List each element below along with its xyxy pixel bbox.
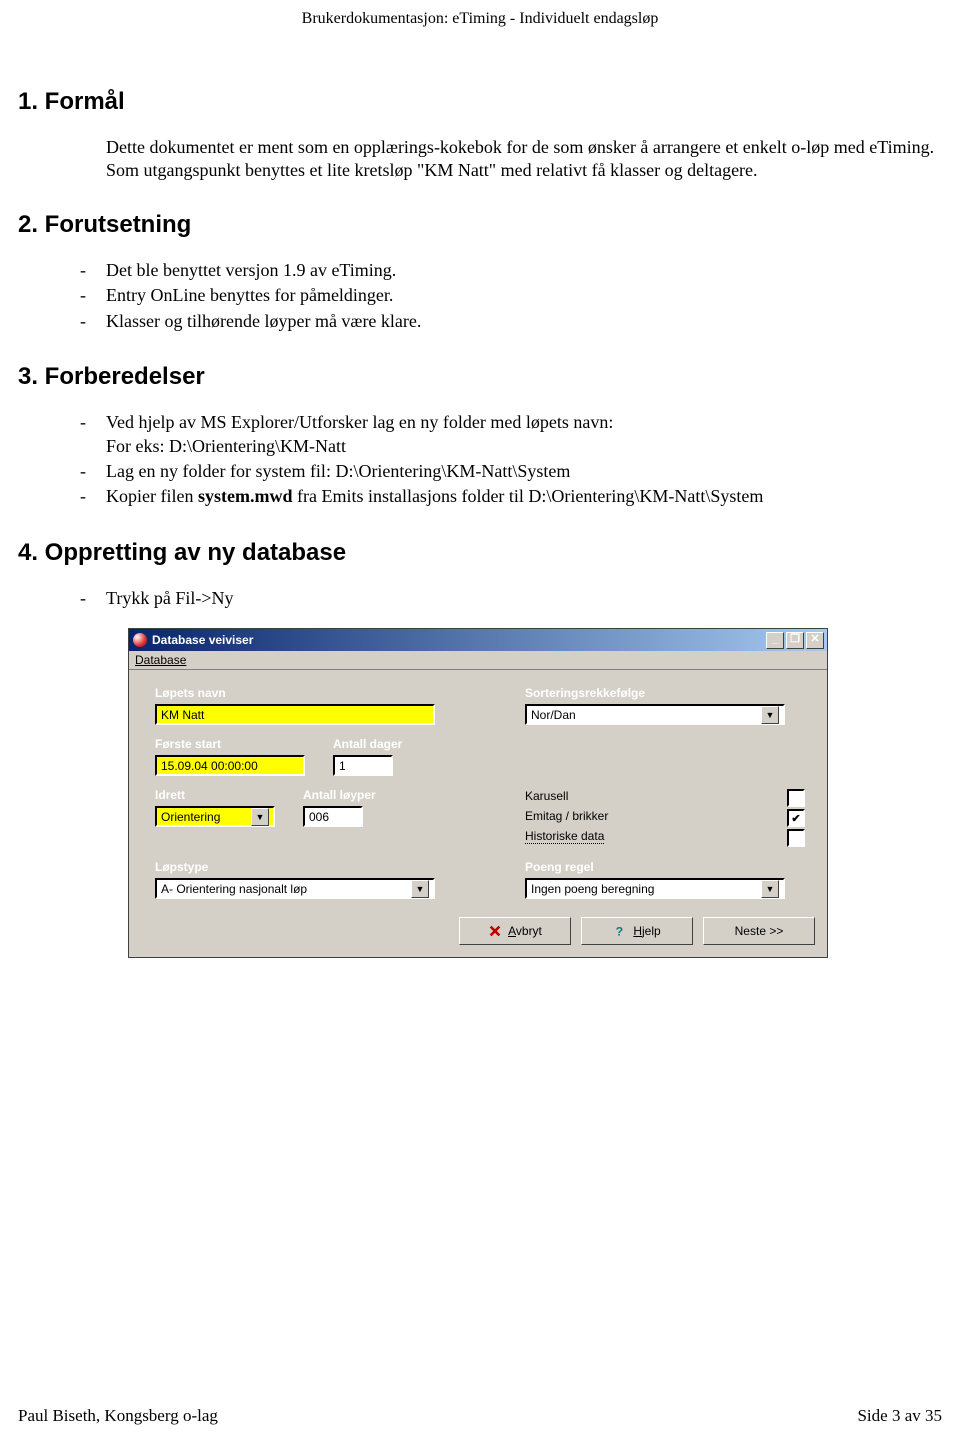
- lopstype-label: Løpstype: [155, 860, 465, 874]
- menu-bar[interactable]: Database: [129, 651, 827, 670]
- footer-right: Side 3 av 35: [857, 1406, 942, 1426]
- database-wizard-dialog: Database veiviser _ ❐ ✕ Database Løpets …: [128, 628, 828, 958]
- minimize-button[interactable]: _: [766, 632, 784, 649]
- doc-header: Brukerdokumentasjon: eTiming - Individue…: [18, 10, 942, 28]
- section-1-paragraph: Dette dokumentet er ment som en opplærin…: [106, 136, 942, 181]
- emitag-checkbox[interactable]: ✔: [787, 809, 805, 827]
- poeng-regel-combo[interactable]: Ingen poeng beregning ▼: [525, 878, 785, 899]
- chevron-down-icon[interactable]: ▼: [251, 808, 269, 826]
- maximize-button[interactable]: ❐: [786, 632, 804, 649]
- list-item: Kopier filen system.mwd fra Emits instal…: [68, 485, 942, 508]
- historiske-checkbox[interactable]: [787, 829, 805, 847]
- section-4-list: Trykk på Fil->Ny: [68, 587, 942, 610]
- section-4-title: 4. Oppretting av ny database: [18, 539, 942, 567]
- list-item: Det ble benyttet versjon 1.9 av eTiming.: [68, 259, 942, 282]
- lopets-navn-input[interactable]: KM Natt: [155, 704, 435, 725]
- antall-loyper-label: Antall løyper: [303, 788, 376, 802]
- title-bar[interactable]: Database veiviser _ ❐ ✕: [129, 629, 827, 651]
- antall-loyper-input[interactable]: 006: [303, 806, 363, 827]
- section-2-list: Det ble benyttet versjon 1.9 av eTiming.…: [68, 259, 942, 333]
- list-item: Klasser og tilhørende løyper må være kla…: [68, 310, 942, 333]
- chevron-down-icon[interactable]: ▼: [761, 706, 779, 724]
- karusell-label: Karusell: [525, 789, 568, 803]
- window-title: Database veiviser: [152, 633, 253, 647]
- close-button[interactable]: ✕: [806, 632, 824, 649]
- emitag-label: Emitag / brikker: [525, 809, 608, 823]
- neste-button[interactable]: Neste >>: [703, 917, 815, 945]
- menu-database[interactable]: Database: [135, 653, 186, 667]
- cancel-icon: [488, 924, 502, 938]
- sort-order-combo[interactable]: Nor/Dan ▼: [525, 704, 785, 725]
- chevron-down-icon[interactable]: ▼: [411, 880, 429, 898]
- list-item: Trykk på Fil->Ny: [68, 587, 942, 610]
- lopstype-combo[interactable]: A- Orientering nasjonalt løp ▼: [155, 878, 435, 899]
- svg-text:?: ?: [616, 925, 623, 939]
- help-icon: ?: [613, 924, 627, 938]
- app-icon: [133, 633, 147, 647]
- sort-order-label: Sorteringsrekkefølge: [525, 686, 805, 700]
- section-3-list: Ved hjelp av MS Explorer/Utforsker lag e…: [68, 411, 942, 509]
- list-item: Entry OnLine benyttes for påmeldinger.: [68, 284, 942, 307]
- historiske-label: Historiske data: [525, 829, 604, 844]
- chevron-down-icon[interactable]: ▼: [761, 880, 779, 898]
- section-3-title: 3. Forberedelser: [18, 363, 942, 391]
- section-1-title: 1. Formål: [18, 88, 942, 116]
- hjelp-button[interactable]: ? Hjelp: [581, 917, 693, 945]
- footer-left: Paul Biseth, Kongsberg o-lag: [18, 1406, 218, 1426]
- list-item: Ved hjelp av MS Explorer/Utforsker lag e…: [68, 411, 942, 458]
- idrett-combo[interactable]: Orientering ▼: [155, 806, 275, 827]
- avbryt-button[interactable]: Avbryt: [459, 917, 571, 945]
- antall-dager-input[interactable]: 1: [333, 755, 393, 776]
- page-footer: Paul Biseth, Kongsberg o-lag Side 3 av 3…: [18, 1406, 942, 1426]
- forste-start-input[interactable]: 15.09.04 00:00:00: [155, 755, 305, 776]
- antall-dager-label: Antall dager: [333, 737, 402, 751]
- section-2-title: 2. Forutsetning: [18, 211, 942, 239]
- karusell-checkbox[interactable]: [787, 789, 805, 807]
- list-item: Lag en ny folder for system fil: D:\Orie…: [68, 460, 942, 483]
- forste-start-label: Første start: [155, 737, 305, 751]
- poeng-regel-label: Poeng regel: [525, 860, 805, 874]
- lopets-navn-label: Løpets navn: [155, 686, 465, 700]
- idrett-label: Idrett: [155, 788, 275, 802]
